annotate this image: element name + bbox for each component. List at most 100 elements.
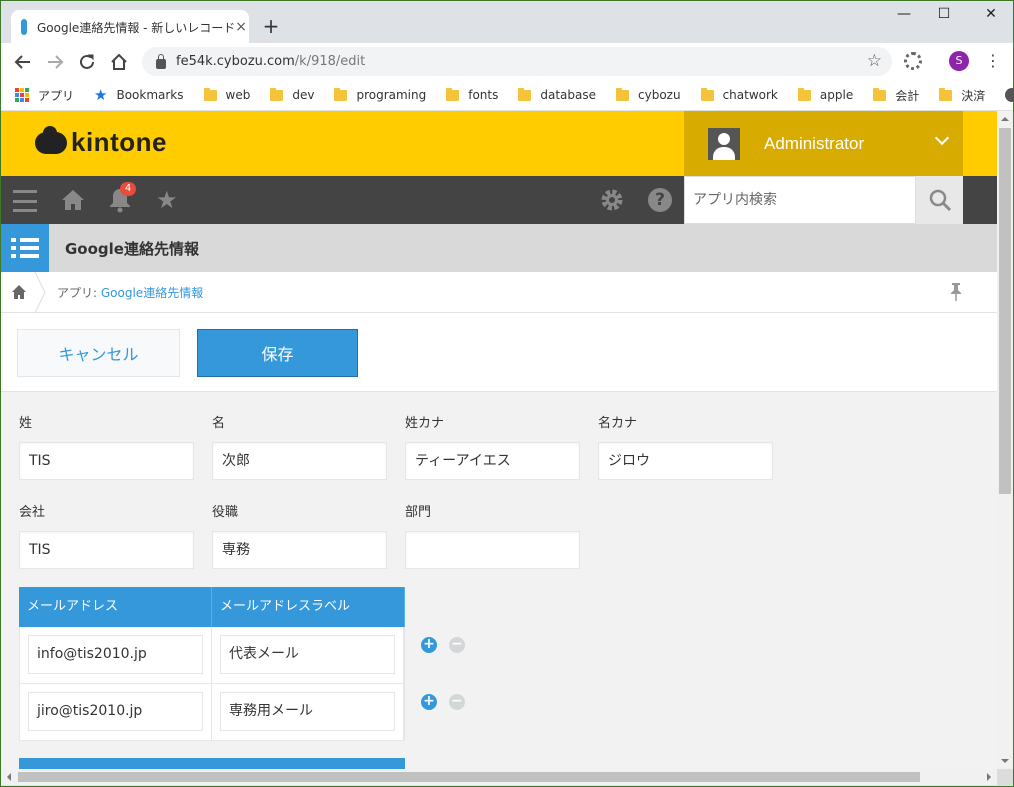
field-label: 姓 — [19, 416, 33, 431]
url-path: /k/918/edit — [294, 54, 366, 69]
forward-arrow-icon[interactable] — [44, 51, 66, 73]
tab-close-icon[interactable]: × — [235, 19, 247, 35]
bookmark-folder-chatwork[interactable]: chatwork — [700, 87, 778, 102]
notification-badge: 4 — [120, 182, 136, 196]
bookmark-star-icon[interactable]: ☆ — [867, 51, 882, 71]
bookmarks-bar: アプリ ★ Bookmarks web dev programing fonts… — [1, 80, 1014, 110]
bookmark-folder-payment[interactable]: 決済 — [939, 87, 985, 104]
bookmark-label: cybozu — [638, 88, 681, 102]
cancel-button[interactable]: キャンセル — [17, 329, 180, 377]
bookmark-folder-accounting[interactable]: 会計 — [873, 87, 919, 104]
user-name: Administrator — [764, 133, 865, 153]
browser-toolbar: fe54k.cybozu.com/k/918/edit ☆ S ⋮ — [1, 43, 1013, 80]
bookmark-folder-apple[interactable]: apple — [797, 87, 853, 102]
extension-icon[interactable] — [904, 52, 922, 70]
horizontal-scrollbar[interactable] — [1, 769, 997, 785]
breadcrumb-prefix: アプリ: — [57, 286, 98, 300]
breadcrumb-app-link[interactable]: Google連絡先情報 — [101, 286, 203, 300]
field-first-name: 名 次郎 — [212, 416, 387, 480]
bookmark-globe[interactable] — [1005, 88, 1014, 102]
help-icon[interactable]: ? — [648, 188, 672, 212]
app-title-bar: Google連絡先情報 — [1, 224, 997, 272]
scroll-down-arrow-icon[interactable] — [1001, 759, 1009, 763]
column-header-email: メールアドレス — [19, 587, 212, 627]
logo-text: kintone — [71, 127, 167, 157]
bookmark-bookmarks[interactable]: ★ Bookmarks — [94, 86, 184, 104]
bookmark-folder-dev[interactable]: dev — [270, 87, 314, 102]
remove-row-button[interactable]: − — [449, 694, 465, 710]
folder-icon — [939, 87, 953, 101]
add-row-button[interactable]: + — [421, 637, 437, 653]
folder-icon — [203, 87, 217, 101]
folder-icon — [518, 87, 532, 101]
email-label-input[interactable]: 代表メール — [220, 635, 395, 674]
email-label-input[interactable]: 専務用メール — [220, 692, 395, 731]
job-title-input[interactable]: 専務 — [212, 531, 387, 569]
scroll-left-arrow-icon[interactable] — [7, 773, 11, 781]
field-label: 姓カナ — [405, 416, 445, 431]
profile-avatar[interactable]: S — [949, 51, 969, 71]
first-name-kana-input[interactable]: ジロウ — [598, 442, 773, 480]
folder-icon — [270, 87, 284, 101]
settings-gear-icon[interactable] — [600, 188, 624, 212]
folder-icon — [700, 87, 714, 101]
department-input[interactable] — [405, 531, 580, 569]
bookmark-apps[interactable]: アプリ — [15, 87, 74, 104]
field-company: 会社 TIS — [19, 505, 194, 569]
last-name-input[interactable]: TIS — [19, 442, 194, 480]
breadcrumb-home-icon[interactable] — [11, 284, 27, 300]
browser-tab[interactable]: Google連絡先情報 - 新しいレコード × — [11, 10, 249, 44]
vertical-scrollbar[interactable] — [997, 111, 1013, 769]
app-search-input[interactable] — [684, 176, 916, 224]
portal-home-icon[interactable] — [61, 188, 85, 212]
field-department: 部門 — [405, 505, 580, 569]
app-list-icon — [1, 224, 49, 272]
bookmark-label: database — [540, 88, 597, 102]
last-name-kana-input[interactable]: ティーアイエス — [405, 442, 580, 480]
breadcrumb-separator — [31, 271, 47, 314]
email-input[interactable]: jiro@tis2010.jp — [28, 692, 203, 731]
field-label: 名カナ — [598, 416, 638, 431]
breadcrumb-text: アプリ: Google連絡先情報 — [57, 284, 203, 301]
chevron-down-icon — [934, 130, 950, 146]
new-tab-button[interactable]: + — [261, 14, 281, 38]
vertical-scroll-thumb[interactable] — [999, 128, 1011, 494]
home-icon[interactable] — [108, 51, 130, 73]
subtable-header: メールアドレス メールアドレスラベル — [19, 587, 405, 627]
email-subtable: メールアドレス メールアドレスラベル info@tis2010.jp 代表メール… — [19, 587, 405, 741]
reload-icon[interactable] — [76, 51, 98, 73]
user-menu[interactable]: Administrator — [684, 111, 963, 176]
hamburger-menu-icon[interactable] — [13, 190, 37, 212]
window-maximize-button[interactable]: ☐ — [934, 6, 954, 22]
table-row: jiro@tis2010.jp 専務用メール — [19, 684, 405, 741]
kintone-logo[interactable]: kintone — [35, 125, 167, 158]
scroll-right-arrow-icon[interactable] — [987, 773, 991, 781]
first-name-input[interactable]: 次郎 — [212, 442, 387, 480]
window-close-button[interactable]: ✕ — [981, 6, 1001, 22]
search-icon — [929, 189, 951, 212]
scroll-up-arrow-icon[interactable] — [1001, 117, 1009, 121]
remove-row-button[interactable]: − — [449, 637, 465, 653]
apps-grid-icon — [15, 88, 29, 102]
horizontal-scroll-thumb[interactable] — [18, 772, 920, 782]
bookmark-folder-web[interactable]: web — [203, 87, 250, 102]
bookmark-folder-fonts[interactable]: fonts — [446, 87, 498, 102]
bookmark-folder-database[interactable]: database — [518, 87, 597, 102]
back-arrow-icon[interactable] — [12, 51, 34, 73]
search-button[interactable] — [916, 176, 963, 224]
browser-menu-icon[interactable]: ⋮ — [985, 51, 1001, 71]
bookmark-label: programing — [356, 88, 427, 102]
address-bar[interactable]: fe54k.cybozu.com/k/918/edit ☆ — [142, 47, 892, 76]
pin-icon[interactable] — [949, 282, 963, 302]
breadcrumb: アプリ: Google連絡先情報 — [1, 271, 997, 314]
bookmark-folder-programing[interactable]: programing — [334, 87, 427, 102]
company-input[interactable]: TIS — [19, 531, 194, 569]
save-button[interactable]: 保存 — [197, 329, 358, 377]
email-input[interactable]: info@tis2010.jp — [28, 635, 203, 674]
kintone-nav-bar: 4 ★ ? — [1, 176, 997, 224]
favorites-star-icon[interactable]: ★ — [156, 188, 178, 212]
add-row-button[interactable]: + — [421, 694, 437, 710]
window-minimize-button[interactable]: — — [894, 6, 914, 22]
bookmark-folder-cybozu[interactable]: cybozu — [616, 87, 681, 102]
bookmark-label: アプリ — [38, 88, 75, 103]
